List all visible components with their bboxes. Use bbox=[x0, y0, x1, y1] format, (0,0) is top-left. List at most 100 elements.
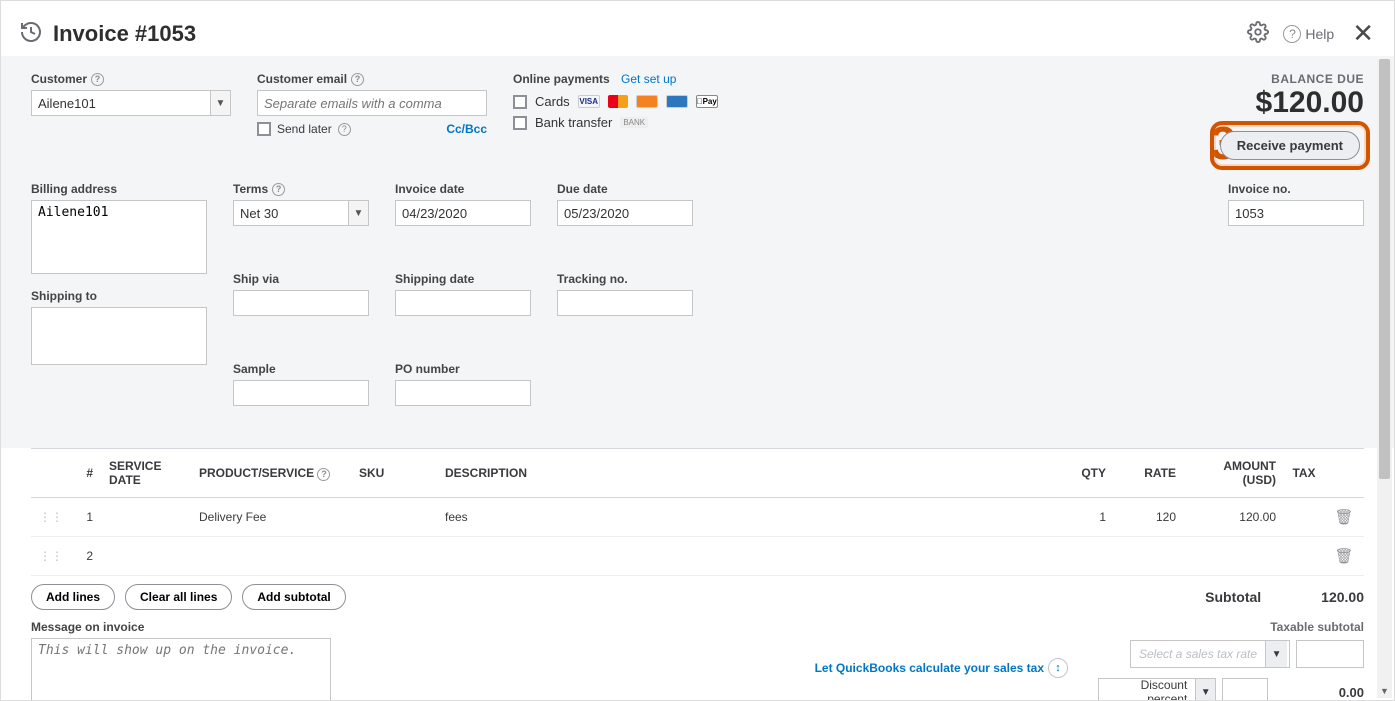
vertical-scrollbar[interactable]: ▲ ▼ bbox=[1377, 59, 1392, 698]
visa-icon: VISA bbox=[578, 95, 600, 108]
cell-rate[interactable]: 120 bbox=[1114, 498, 1184, 537]
form-panel: Customer? Ailene101 ▼ Customer email? Se… bbox=[1, 56, 1394, 448]
message-label: Message on invoice bbox=[31, 620, 331, 634]
cell-sku[interactable] bbox=[351, 537, 437, 576]
cell-product[interactable] bbox=[191, 537, 351, 576]
sales-tax-input[interactable] bbox=[1296, 640, 1364, 668]
cell-qty[interactable]: 1 bbox=[1054, 498, 1114, 537]
clear-lines-button[interactable]: Clear all lines bbox=[125, 584, 232, 610]
cell-qty[interactable] bbox=[1054, 537, 1114, 576]
billing-address-label: Billing address bbox=[31, 182, 207, 196]
discount-input[interactable] bbox=[1222, 678, 1268, 701]
calc-tax-link[interactable]: Let QuickBooks calculate your sales tax … bbox=[815, 658, 1068, 678]
bank-badge-icon: BANK bbox=[620, 117, 648, 128]
history-icon[interactable] bbox=[19, 20, 43, 47]
cell-rate[interactable] bbox=[1114, 537, 1184, 576]
col-service-date: SERVICE DATE bbox=[101, 449, 191, 498]
customer-select-value: Ailene101 bbox=[38, 96, 96, 111]
send-later-label: Send later bbox=[277, 122, 332, 136]
help-icon[interactable]: ? bbox=[91, 73, 104, 86]
receive-payment-button[interactable]: Receive payment bbox=[1220, 131, 1360, 160]
cell-tax[interactable] bbox=[1284, 537, 1324, 576]
trash-icon[interactable]: 🗑 bbox=[1334, 509, 1353, 526]
col-qty: QTY bbox=[1054, 449, 1114, 498]
row-num: 1 bbox=[71, 498, 101, 537]
email-input[interactable] bbox=[257, 90, 487, 116]
cell-tax[interactable] bbox=[1284, 498, 1324, 537]
line-items-table: # SERVICE DATE PRODUCT/SERVICE ? SKU DES… bbox=[31, 448, 1364, 576]
tracking-no-label: Tracking no. bbox=[557, 272, 693, 286]
col-rate: RATE bbox=[1114, 449, 1184, 498]
help-icon[interactable]: ? bbox=[272, 183, 285, 196]
balance-due-value: $120.00 bbox=[1256, 86, 1364, 120]
cell-amount[interactable] bbox=[1184, 537, 1284, 576]
bank-checkbox[interactable]: Bank transfer BANK bbox=[513, 115, 763, 130]
shipping-to-label: Shipping to bbox=[31, 289, 207, 303]
ship-via-input[interactable] bbox=[233, 290, 369, 316]
ship-via-label: Ship via bbox=[233, 272, 369, 286]
cell-service-date[interactable] bbox=[101, 498, 191, 537]
scrollbar-thumb[interactable] bbox=[1379, 59, 1390, 479]
mastercard-icon bbox=[608, 95, 628, 108]
cell-description[interactable] bbox=[437, 537, 1054, 576]
checkbox-icon bbox=[513, 95, 527, 109]
table-row[interactable]: ⋮⋮ 2 🗑 bbox=[31, 537, 1364, 576]
sales-tax-placeholder: Select a sales tax rate bbox=[1131, 647, 1265, 661]
shipping-date-label: Shipping date bbox=[395, 272, 531, 286]
send-later-checkbox[interactable]: Send later ? bbox=[257, 122, 351, 136]
cell-product[interactable]: Delivery Fee bbox=[191, 498, 351, 537]
chevron-down-icon: ▼ bbox=[1195, 679, 1215, 701]
po-number-label: PO number bbox=[395, 362, 531, 376]
terms-select-value: Net 30 bbox=[240, 206, 278, 221]
cards-label: Cards bbox=[535, 94, 570, 109]
table-row[interactable]: ⋮⋮ 1 Delivery Fee fees 1 120 120.00 🗑 bbox=[31, 498, 1364, 537]
cards-checkbox[interactable]: Cards VISA Pay bbox=[513, 94, 763, 109]
cell-amount[interactable]: 120.00 bbox=[1184, 498, 1284, 537]
help-icon[interactable]: ? bbox=[317, 468, 330, 481]
cell-sku[interactable] bbox=[351, 498, 437, 537]
sales-tax-select[interactable]: Select a sales tax rate ▼ bbox=[1130, 640, 1290, 668]
help-button[interactable]: ? Help bbox=[1283, 25, 1338, 43]
billing-address-input[interactable]: Ailene101 bbox=[31, 200, 207, 274]
page-title: Invoice #1053 bbox=[53, 21, 196, 47]
gear-icon[interactable] bbox=[1247, 21, 1269, 46]
customer-select[interactable]: Ailene101 ▼ bbox=[31, 90, 231, 116]
close-icon[interactable]: ✕ bbox=[1352, 18, 1374, 49]
taxable-subtotal-label: Taxable subtotal bbox=[1098, 620, 1364, 634]
col-num: # bbox=[71, 449, 101, 498]
get-set-up-link[interactable]: Get set up bbox=[621, 72, 676, 86]
shipping-date-input[interactable] bbox=[395, 290, 531, 316]
checkbox-icon bbox=[257, 122, 271, 136]
subtotal-value: 120.00 bbox=[1321, 589, 1364, 605]
cell-service-date[interactable] bbox=[101, 537, 191, 576]
col-product: PRODUCT/SERVICE ? bbox=[191, 449, 351, 498]
message-input[interactable] bbox=[31, 638, 331, 701]
due-date-input[interactable] bbox=[557, 200, 693, 226]
chevron-down-icon: ▼ bbox=[348, 201, 368, 225]
terms-select[interactable]: Net 30 ▼ bbox=[233, 200, 369, 226]
subtotal-label: Subtotal bbox=[1205, 589, 1261, 605]
tracking-no-input[interactable] bbox=[557, 290, 693, 316]
invoice-date-input[interactable] bbox=[395, 200, 531, 226]
col-tax: TAX bbox=[1284, 449, 1324, 498]
page-header: Invoice #1053 ? Help ✕ bbox=[1, 1, 1394, 56]
help-icon[interactable]: ? bbox=[351, 73, 364, 86]
drag-handle-icon[interactable]: ⋮⋮ bbox=[39, 549, 63, 563]
cell-description[interactable]: fees bbox=[437, 498, 1054, 537]
drag-handle-icon[interactable]: ⋮⋮ bbox=[39, 510, 63, 524]
sample-input[interactable] bbox=[233, 380, 369, 406]
add-subtotal-button[interactable]: Add subtotal bbox=[242, 584, 345, 610]
discount-select[interactable]: Discount percent ▼ bbox=[1098, 678, 1216, 701]
col-amount: AMOUNT (USD) bbox=[1184, 449, 1284, 498]
scroll-down-icon[interactable]: ▼ bbox=[1377, 683, 1392, 698]
shipping-to-input[interactable] bbox=[31, 307, 207, 365]
add-lines-button[interactable]: Add lines bbox=[31, 584, 115, 610]
invoice-no-input[interactable] bbox=[1228, 200, 1364, 226]
ccbcc-link[interactable]: Cc/Bcc bbox=[446, 122, 487, 136]
po-number-input[interactable] bbox=[395, 380, 531, 406]
customer-label: Customer? bbox=[31, 72, 231, 86]
help-label: Help bbox=[1305, 26, 1334, 42]
trash-icon[interactable]: 🗑 bbox=[1334, 548, 1353, 565]
chevron-down-icon: ▼ bbox=[1265, 641, 1287, 667]
help-icon[interactable]: ? bbox=[338, 123, 351, 136]
